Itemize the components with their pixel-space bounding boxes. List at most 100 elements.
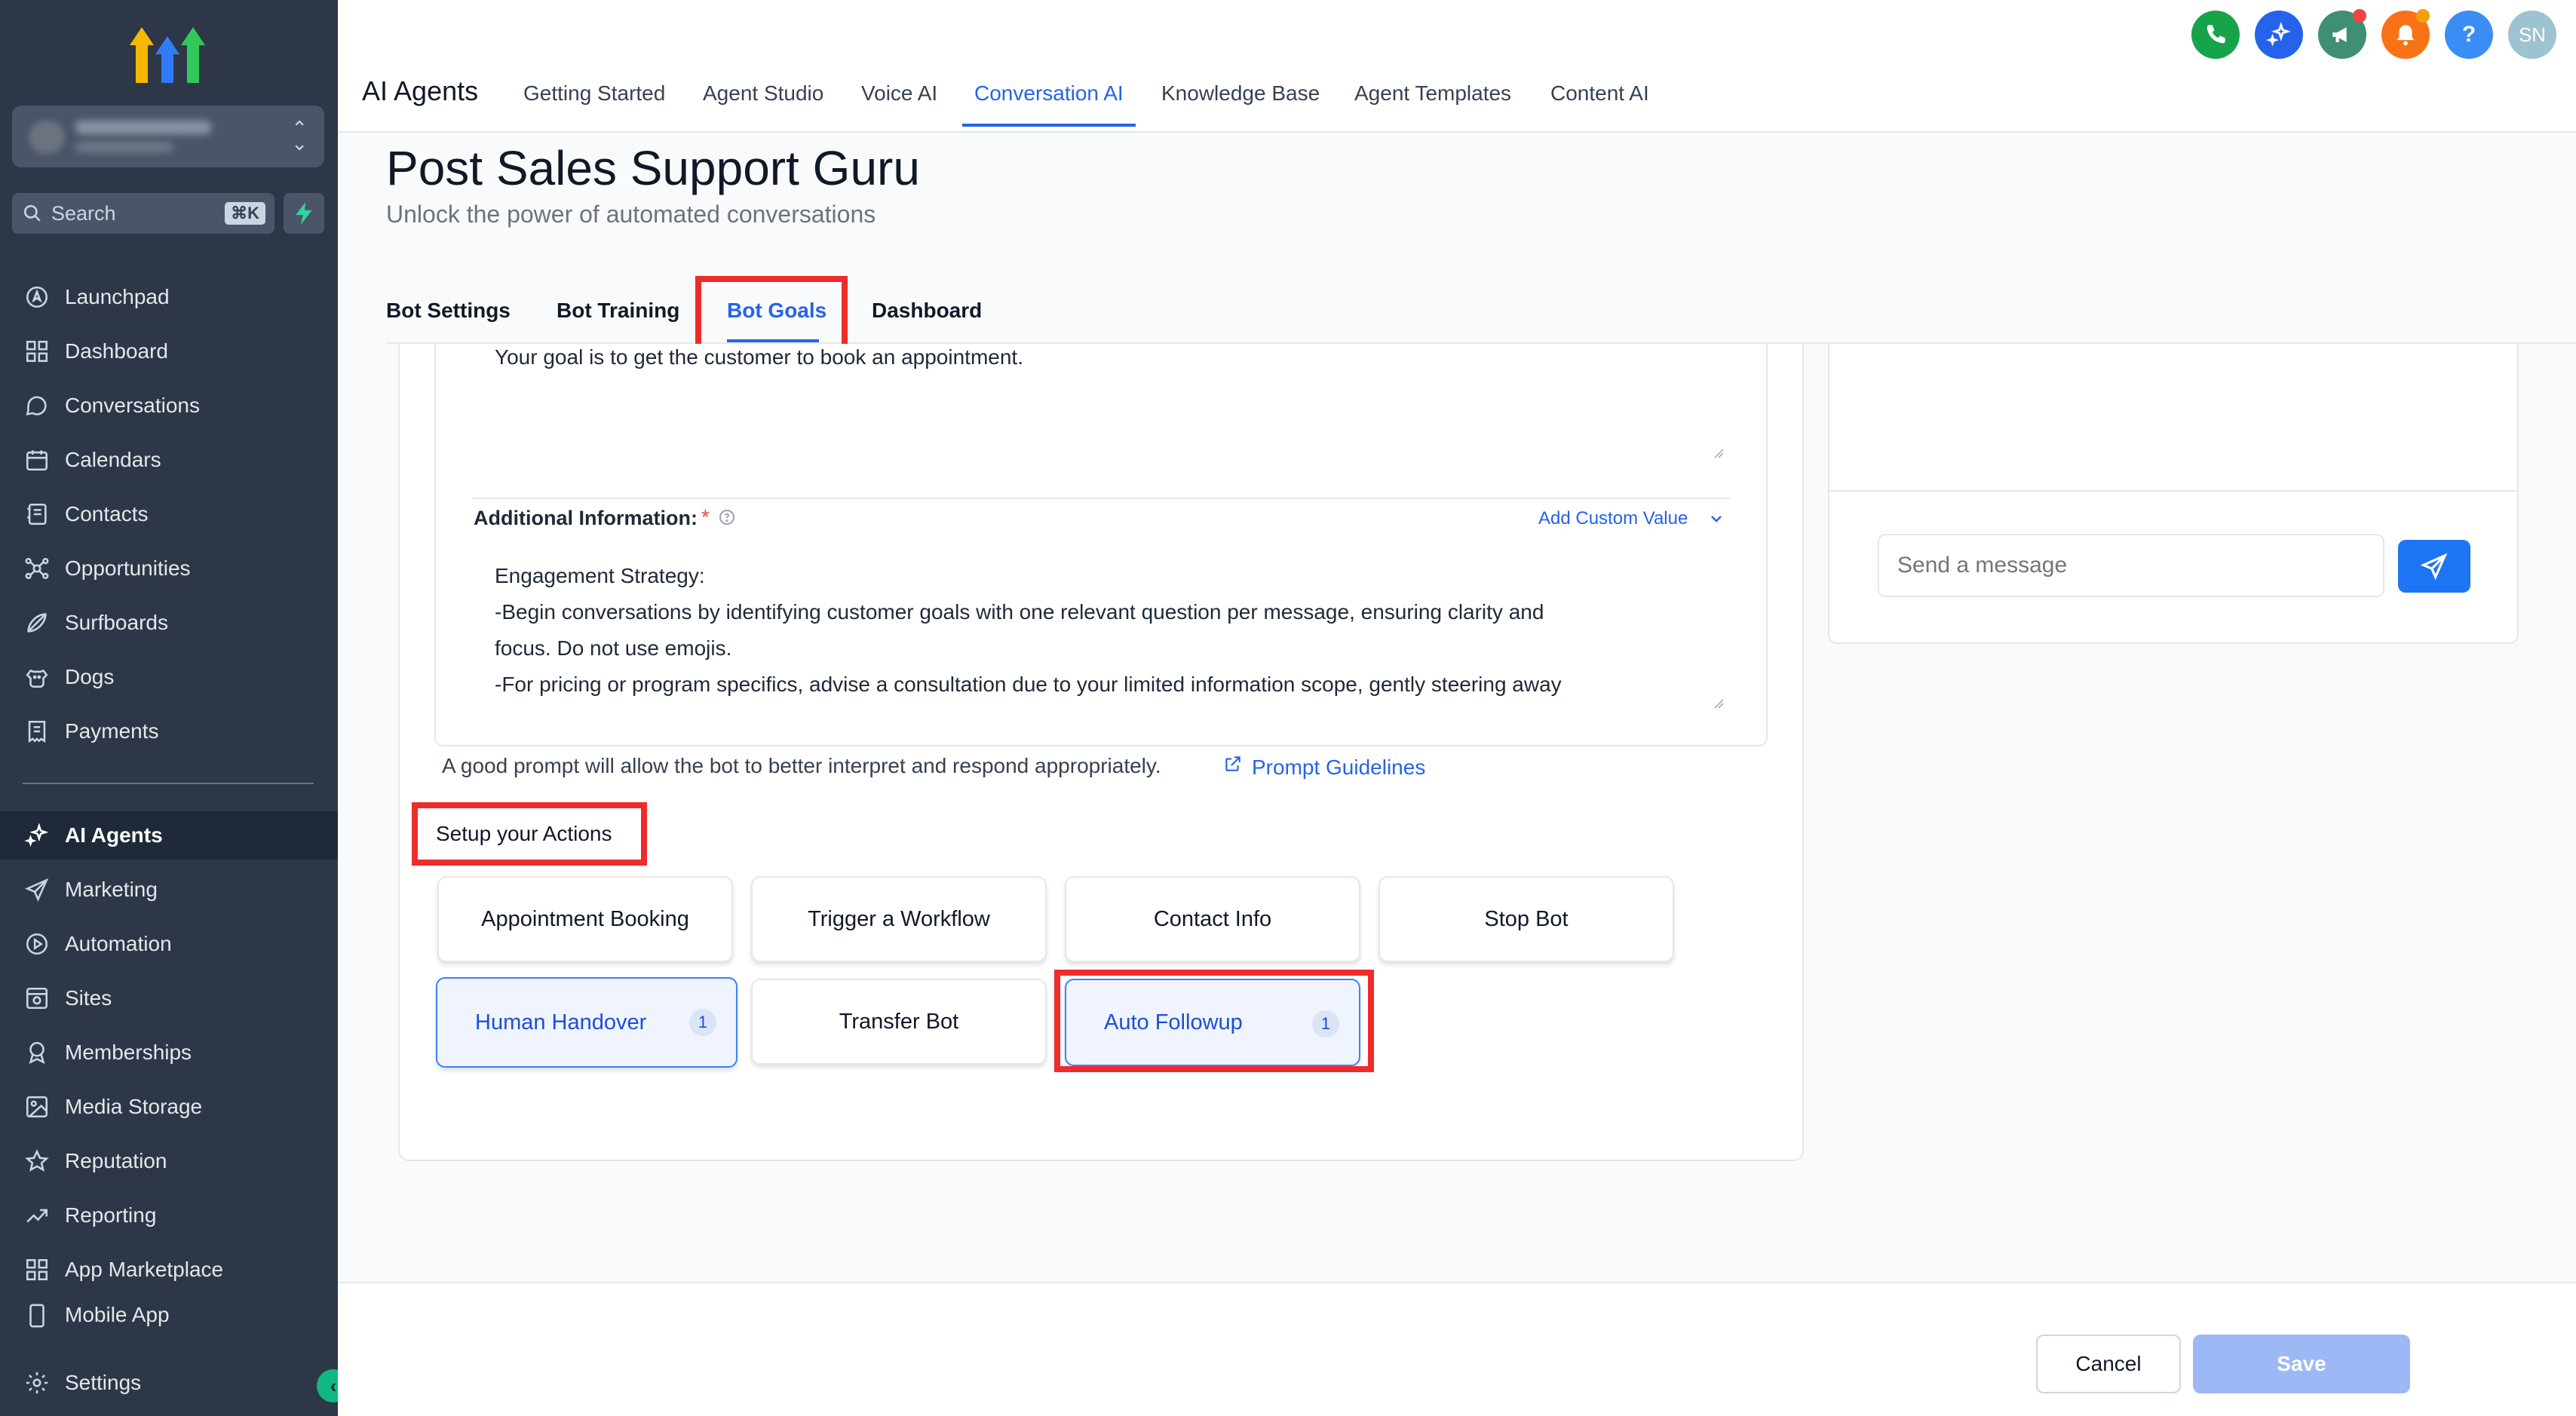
user-avatar[interactable]: SN <box>2508 11 2556 59</box>
notification-dot <box>2416 9 2430 23</box>
avatar-initials: SN <box>2518 23 2547 46</box>
sidebar-item-surfboards[interactable]: Surfboards <box>0 599 338 647</box>
sparkle-icon <box>2266 22 2291 47</box>
trigger-workflow-button[interactable]: Trigger a Workflow <box>751 876 1047 962</box>
cancel-button[interactable]: Cancel <box>2036 1335 2181 1393</box>
info-icon[interactable] <box>718 508 736 526</box>
action-label: Appointment Booking <box>481 906 689 931</box>
sidebar-item-label: Reputation <box>65 1149 167 1172</box>
send-icon <box>25 878 49 902</box>
sidebar-item-ai-agents[interactable]: AI Agents <box>0 811 338 860</box>
sidebar-item-calendars[interactable]: Calendars <box>0 436 338 484</box>
send-message-button[interactable] <box>2398 540 2470 593</box>
star-icon <box>25 1149 49 1172</box>
add-custom-value-dropdown[interactable]: Add Custom Value <box>1538 508 1688 529</box>
action-label: Trigger a Workflow <box>808 906 990 931</box>
sidebar-item-launchpad[interactable]: Launchpad <box>0 273 338 321</box>
trend-icon <box>26 1209 48 1223</box>
sidebar-item-reputation[interactable]: Reputation <box>0 1137 338 1185</box>
tab-voice-ai[interactable]: Voice AI <box>861 81 937 106</box>
sidebar: ⌃ ⌄ Search ⌘K Launchpad Dashboard Convers… <box>0 0 338 1416</box>
sidebar-item-payments[interactable]: Payments <box>0 707 338 756</box>
prompt-guidelines-link[interactable]: Prompt Guidelines <box>1252 756 1425 780</box>
tab-content-ai[interactable]: Content AI <box>1550 81 1649 106</box>
sidebar-item-app-marketplace[interactable]: App Marketplace <box>0 1246 338 1294</box>
tab-knowledge-base[interactable]: Knowledge Base <box>1161 81 1320 106</box>
network-icon <box>25 557 49 580</box>
tab-conversation-ai[interactable]: Conversation AI <box>974 81 1124 106</box>
tab-agent-studio[interactable]: Agent Studio <box>703 81 823 106</box>
action-label: Human Handover <box>475 1010 647 1034</box>
sidebar-item-label: Conversations <box>65 394 200 417</box>
automation-icon <box>26 933 48 955</box>
highlight-box <box>695 276 848 354</box>
badge-icon <box>29 1041 45 1065</box>
quick-action-button[interactable] <box>284 193 324 234</box>
sidebar-item-label: Mobile App <box>65 1303 170 1326</box>
sidebar-item-label: AI Agents <box>65 823 163 847</box>
goal-textarea[interactable]: Your goal is to get the customer to book… <box>495 345 1023 369</box>
app-logo <box>130 27 205 83</box>
sidebar-item-sites[interactable]: Sites <box>0 974 338 1022</box>
tab-dashboard[interactable]: Dashboard <box>872 299 982 323</box>
sidebar-item-opportunities[interactable]: Opportunities <box>0 544 338 593</box>
sidebar-item-mobile-app[interactable]: Mobile App <box>0 1300 338 1330</box>
appointment-booking-button[interactable]: Appointment Booking <box>437 876 733 962</box>
tab-agent-templates[interactable]: Agent Templates <box>1354 81 1511 106</box>
sidebar-item-label: Payments <box>65 719 159 743</box>
section-title: AI Agents <box>362 75 479 106</box>
sparkle-icon <box>24 823 49 847</box>
phone-call-button[interactable] <box>2191 11 2240 59</box>
account-avatar <box>29 121 65 154</box>
bell-icon <box>2397 25 2415 46</box>
image-icon <box>26 1096 48 1118</box>
additional-info-textarea[interactable]: Engagement Strategy: -Begin conversation… <box>495 558 1701 712</box>
sidebar-item-label: Media Storage <box>65 1095 203 1118</box>
account-switcher[interactable]: ⌃ ⌄ <box>12 106 324 167</box>
sidebar-item-reporting[interactable]: Reporting <box>0 1191 338 1240</box>
dog-icon <box>26 669 48 688</box>
contact-info-button[interactable]: Contact Info <box>1065 876 1360 962</box>
tab-bot-settings[interactable]: Bot Settings <box>386 299 511 323</box>
save-button[interactable]: Save <box>2193 1335 2410 1393</box>
test-chat-panel <box>1828 344 2519 644</box>
sidebar-search[interactable]: Search ⌘K <box>12 193 274 234</box>
sidebar-item-label: Sites <box>65 986 112 1010</box>
chevron-down-icon[interactable] <box>1707 510 1725 528</box>
page-subtitle: Unlock the power of automated conversati… <box>386 201 876 228</box>
tab-bot-training[interactable]: Bot Training <box>557 299 679 323</box>
rocket-icon <box>26 286 48 308</box>
tab-getting-started[interactable]: Getting Started <box>523 81 665 106</box>
active-tab-indicator <box>962 124 1136 127</box>
ai-assist-button[interactable] <box>2255 11 2303 59</box>
sidebar-item-memberships[interactable]: Memberships <box>0 1028 338 1077</box>
resize-handle-icon[interactable] <box>1713 448 1724 458</box>
sidebar-item-label: Marketing <box>65 878 158 901</box>
top-navigation: AI Agents Getting Started Agent Studio V… <box>338 0 2576 133</box>
action-label: Stop Bot <box>1484 906 1569 931</box>
sidebar-item-label: Surfboards <box>65 611 168 634</box>
sidebar-item-conversations[interactable]: Conversations <box>0 382 338 430</box>
highlight-box <box>412 802 647 866</box>
external-link-icon <box>1225 756 1240 771</box>
help-icon: ? <box>2461 22 2476 47</box>
transfer-bot-button[interactable]: Transfer Bot <box>751 979 1047 1065</box>
send-message-input[interactable] <box>1878 534 2384 597</box>
stop-bot-button[interactable]: Stop Bot <box>1378 876 1674 962</box>
sidebar-item-label: Dogs <box>65 665 115 688</box>
chat-bubble-icon <box>26 396 47 415</box>
notification-dot <box>2353 9 2366 23</box>
sidebar-item-dogs[interactable]: Dogs <box>0 653 338 701</box>
resize-handle-icon[interactable] <box>1713 698 1724 709</box>
action-label: Transfer Bot <box>839 1009 959 1034</box>
surfboard-icon <box>27 613 47 633</box>
sidebar-item-marketing[interactable]: Marketing <box>0 866 338 914</box>
sidebar-item-dashboard[interactable]: Dashboard <box>0 327 338 375</box>
help-button[interactable]: ? <box>2445 11 2493 59</box>
human-handover-button[interactable]: Human Handover 1 <box>436 977 738 1068</box>
sidebar-item-automation[interactable]: Automation <box>0 920 338 968</box>
bolt-icon <box>296 202 312 225</box>
sidebar-item-contacts[interactable]: Contacts <box>0 490 338 538</box>
sidebar-item-media-storage[interactable]: Media Storage <box>0 1083 338 1131</box>
sidebar-item-settings[interactable]: Settings <box>0 1359 338 1407</box>
